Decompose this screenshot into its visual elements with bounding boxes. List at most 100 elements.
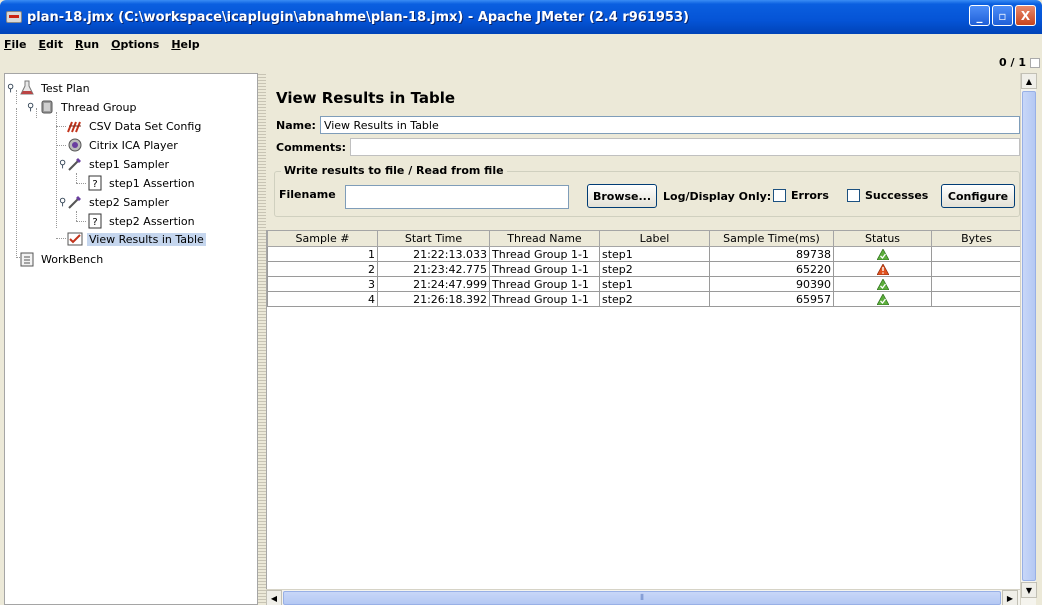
menu-help[interactable]: Help: [171, 38, 199, 51]
vertical-scroll-thumb[interactable]: [1022, 91, 1036, 581]
test-plan-tree[interactable]: ⚲ Test Plan ⚲ Thread Group CSV Data Set …: [4, 73, 258, 605]
tree-line: [76, 211, 77, 221]
menu-file-mnemonic: F: [4, 37, 12, 51]
close-button[interactable]: X: [1015, 5, 1036, 26]
tree-line: [56, 126, 66, 127]
column-header-bytes[interactable]: Bytes: [931, 230, 1022, 247]
scroll-left-arrow-icon[interactable]: ◀: [266, 590, 282, 605]
cell-sample: 3: [267, 276, 378, 292]
menu-run[interactable]: Run: [75, 38, 99, 51]
tree-line: [56, 112, 57, 228]
tree-line: [76, 173, 77, 183]
tree-node-label: Test Plan: [41, 81, 90, 95]
scroll-right-arrow-icon[interactable]: ▶: [1002, 590, 1018, 605]
tree-node-thread-group[interactable]: Thread Group: [39, 98, 138, 116]
tree-node-label: step2 Assertion: [109, 214, 195, 228]
menu-options[interactable]: Options: [111, 38, 159, 51]
errors-label: Errors: [791, 189, 829, 202]
tree-node-label: CSV Data Set Config: [89, 119, 202, 133]
cell-sample-time: 90390: [709, 276, 834, 292]
cell-sample-time: 65220: [709, 261, 834, 277]
successes-label: Successes: [865, 189, 929, 202]
column-header-label[interactable]: Label: [599, 230, 710, 247]
tree-node-step1-assertion[interactable]: ? step1 Assertion: [87, 174, 197, 192]
vertical-scrollbar[interactable]: ▲ ▼: [1020, 73, 1037, 605]
cell-start-time: 21:22:13.033: [377, 246, 490, 262]
tree-node-test-plan[interactable]: Test Plan: [19, 79, 92, 97]
success-status-icon: [876, 294, 889, 305]
filename-label: Filename: [279, 188, 336, 201]
cell-bytes: [931, 261, 1022, 277]
tree-node-citrix-ica-player[interactable]: Citrix ICA Player: [67, 136, 180, 154]
tree-node-workbench[interactable]: WorkBench: [19, 250, 105, 268]
name-input[interactable]: [319, 116, 1020, 134]
citrix-icon: [67, 137, 83, 153]
horizontal-scrollbar[interactable]: ◀ ⦀ ▶: [266, 589, 1020, 605]
browse-button[interactable]: Browse...: [587, 184, 657, 208]
filename-input[interactable]: [345, 185, 569, 209]
scroll-down-arrow-icon[interactable]: ▼: [1021, 582, 1037, 598]
results-table: Sample # Start Time Thread Name Label Sa…: [267, 230, 1022, 307]
tree-node-label: step1 Sampler: [89, 157, 170, 171]
tree-node-step1-sampler[interactable]: step1 Sampler: [67, 155, 171, 173]
column-header-thread-name[interactable]: Thread Name: [489, 230, 600, 247]
tree-node-view-results-in-table[interactable]: View Results in Table: [67, 230, 206, 248]
errors-checkbox[interactable]: Errors: [773, 189, 829, 202]
scroll-up-arrow-icon[interactable]: ▲: [1021, 73, 1037, 89]
menu-file[interactable]: File: [4, 38, 27, 51]
tree-node-csv-data-set-config[interactable]: CSV Data Set Config: [67, 117, 203, 135]
cell-start-time: 21:23:42.775: [377, 261, 490, 277]
tree-line: [56, 238, 66, 239]
cell-label: step1: [599, 246, 710, 262]
cell-sample: 4: [267, 291, 378, 307]
thread-counter: 0 / 1: [999, 56, 1026, 69]
cell-start-time: 21:26:18.392: [377, 291, 490, 307]
minimize-button[interactable]: _: [969, 5, 990, 26]
spool-icon: [39, 99, 55, 115]
cell-label: step2: [599, 291, 710, 307]
tree-node-label: WorkBench: [41, 252, 104, 266]
cell-sample-time: 65957: [709, 291, 834, 307]
tree-node-step2-assertion[interactable]: ? step2 Assertion: [87, 212, 197, 230]
success-status-icon: [876, 249, 889, 260]
table-row[interactable]: 1 21:22:13.033 Thread Group 1-1 step1 89…: [267, 246, 1022, 262]
successes-checkbox-box[interactable]: [847, 189, 860, 202]
cell-status: [833, 291, 932, 307]
expand-toggle-icon[interactable]: ⚲: [27, 103, 36, 113]
successes-checkbox[interactable]: Successes: [847, 189, 928, 202]
expand-toggle-icon[interactable]: ⚲: [7, 84, 16, 94]
errors-checkbox-box[interactable]: [773, 189, 786, 202]
menu-edit[interactable]: Edit: [39, 38, 63, 51]
comments-input[interactable]: [350, 138, 1020, 156]
results-table-icon: [67, 231, 83, 247]
table-row[interactable]: 3 21:24:47.999 Thread Group 1-1 step1 90…: [267, 276, 1022, 292]
column-header-status[interactable]: Status: [833, 230, 932, 247]
title-bar[interactable]: plan-18.jmx (C:\workspace\icaplugin\abna…: [0, 0, 1042, 34]
tree-line: [76, 221, 86, 222]
column-header-sample-time[interactable]: Sample Time(ms): [709, 230, 834, 247]
jmeter-app-icon[interactable]: [6, 11, 22, 23]
menu-edit-rest: dit: [46, 37, 63, 51]
table-row[interactable]: 2 21:23:42.775 Thread Group 1-1 step2 65…: [267, 261, 1022, 277]
column-header-start-time[interactable]: Start Time: [377, 230, 490, 247]
split-pane-divider[interactable]: [258, 73, 266, 605]
table-row[interactable]: 4 21:26:18.392 Thread Group 1-1 step2 65…: [267, 291, 1022, 307]
menu-file-rest: ile: [11, 37, 27, 51]
configure-button[interactable]: Configure: [941, 184, 1015, 208]
comments-label: Comments:: [276, 140, 347, 154]
cell-label: step1: [599, 276, 710, 292]
menu-help-mnemonic: H: [171, 37, 181, 51]
horizontal-scroll-thumb[interactable]: ⦀: [283, 591, 1001, 605]
svg-text:?: ?: [92, 179, 97, 190]
question-doc-icon: ?: [87, 175, 103, 191]
restore-button[interactable]: ▫: [992, 5, 1013, 26]
cell-thread-name: Thread Group 1-1: [489, 276, 600, 292]
cell-bytes: [931, 291, 1022, 307]
comments-row: Comments:: [276, 137, 1020, 157]
column-header-sample[interactable]: Sample #: [267, 230, 378, 247]
results-table-area[interactable]: Sample # Start Time Thread Name Label Sa…: [266, 230, 1022, 594]
question-doc-icon: ?: [87, 213, 103, 229]
tree-node-step2-sampler[interactable]: step2 Sampler: [67, 193, 171, 211]
tree-node-label: step1 Assertion: [109, 176, 195, 190]
tree-line: [76, 183, 86, 184]
